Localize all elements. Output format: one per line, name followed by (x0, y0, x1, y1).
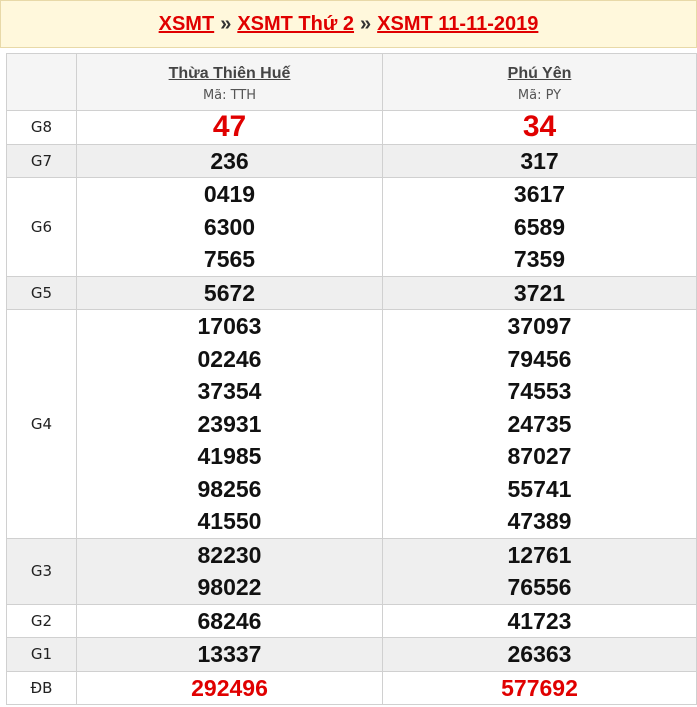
breadcrumb: XSMT » XSMT Thứ 2 » XSMT 11-11-2019 (0, 0, 697, 48)
prize-label: ĐB (6, 670, 77, 705)
prize-rows: G8 47 34 G7 236 317 G6 0419 6300 7565 3617 6589 7359… (6, 110, 697, 705)
prize-cell: 68246 (76, 603, 383, 638)
prize-number: 98022 (197, 574, 262, 600)
prize-row: G7 236 317 (6, 143, 697, 178)
prize-number: 12761 (507, 541, 572, 568)
prize-label: G6 (6, 177, 77, 277)
prize-cell: 17063 02246 37354 23931 41985 98256 41550 (76, 309, 383, 539)
prize-number: 6589 (513, 213, 566, 240)
prize-row: G3 82230 98022 12761 76556 (6, 537, 697, 605)
prize-cell: 3617 6589 7359 (382, 177, 697, 277)
prize-number: 236 (210, 147, 249, 174)
breadcrumb-separator: » (360, 12, 372, 35)
breadcrumb-xsmt-thu2-link[interactable]: XSMT Thứ 2 (237, 13, 354, 36)
prize-label: G4 (6, 309, 77, 539)
prize-number: 13337 (197, 641, 262, 667)
prize-row: G4 17063 02246 37354 23931 41985 98256 41550 370… (6, 309, 697, 539)
prize-number: 76556 (507, 574, 572, 600)
prize-number: 26363 (507, 641, 572, 667)
prize-row: G5 5672 3721 (6, 275, 697, 310)
prize-number: 74553 (507, 378, 572, 404)
prize-cell: 13337 (76, 637, 383, 672)
prize-number: 41723 (507, 607, 572, 634)
prize-label: G8 (6, 110, 77, 145)
prize-cell: 236 (76, 143, 383, 178)
prize-label: G2 (6, 603, 77, 638)
prize-cell: 82230 98022 (76, 537, 383, 605)
prize-number: 55741 (507, 475, 572, 502)
prize-cell: 0419 6300 7565 (76, 177, 383, 277)
province-name-link[interactable]: Thừa Thiên Huế (77, 65, 382, 83)
prize-number: 0419 (203, 181, 256, 207)
prize-label: G1 (6, 637, 77, 672)
prize-number: 98256 (197, 475, 262, 502)
prize-number: 41985 (197, 443, 262, 469)
prize-number: 17063 (197, 313, 262, 339)
province-name-link[interactable]: Phú Yên (383, 65, 696, 83)
prize-label: G3 (6, 537, 77, 605)
prize-number: 7359 (513, 246, 566, 272)
prize-number: 37354 (197, 378, 262, 404)
prize-number: 47 (212, 110, 247, 143)
prize-number: 7565 (203, 246, 256, 272)
prize-label: G7 (6, 143, 77, 178)
prize-cell: 317 (382, 143, 697, 178)
prize-row: G6 0419 6300 7565 3617 6589 7359 (6, 177, 697, 277)
prize-label: G5 (6, 275, 77, 310)
prize-cell: 3721 (382, 275, 697, 310)
prize-number: 3617 (513, 181, 566, 207)
prize-number: 82230 (197, 541, 262, 568)
breadcrumb-separator: » (220, 12, 232, 35)
prize-row: G8 47 34 (6, 110, 697, 145)
prize-cell: 577692 (382, 670, 697, 705)
lottery-results-table: Thừa Thiên Huế Mã: TTH Phú Yên Mã: PY G8… (6, 53, 697, 705)
prize-cell: 47 (76, 110, 383, 145)
prize-number: 24735 (507, 410, 572, 437)
prize-number: 3721 (513, 279, 566, 306)
prize-cell: 12761 76556 (382, 537, 697, 605)
prize-row: ĐB 292496 577692 (6, 670, 697, 705)
prize-number: 37097 (507, 313, 572, 339)
prize-number: 79456 (507, 345, 572, 372)
prize-cell: 34 (382, 110, 697, 145)
prize-number: 87027 (507, 443, 572, 469)
prize-number: 34 (522, 110, 557, 143)
prize-cell: 292496 (76, 670, 383, 705)
breadcrumb-xsmt-link[interactable]: XSMT (159, 13, 215, 36)
prize-number: 41550 (197, 508, 262, 534)
province-code: Mã: PY (517, 88, 562, 103)
table-header-row: Thừa Thiên Huế Mã: TTH Phú Yên Mã: PY (6, 53, 697, 111)
breadcrumb-xsmt-date-link[interactable]: XSMT 11-11-2019 (377, 13, 538, 36)
header-empty-cell (6, 53, 77, 111)
prize-cell: 5672 (76, 275, 383, 310)
prize-number: 6300 (203, 213, 256, 240)
prize-number: 68246 (197, 607, 262, 634)
prize-number: 292496 (191, 674, 268, 701)
prize-cell: 37097 79456 74553 24735 87027 55741 47389 (382, 309, 697, 539)
prize-number: 47389 (507, 508, 572, 534)
prize-cell: 26363 (382, 637, 697, 672)
prize-number: 317 (520, 147, 559, 174)
prize-number: 02246 (197, 345, 262, 372)
prize-cell: 41723 (382, 603, 697, 638)
prize-number: 23931 (197, 410, 262, 437)
prize-number: 5672 (203, 279, 256, 306)
province-header: Phú Yên Mã: PY (382, 53, 697, 111)
prize-row: G2 68246 41723 (6, 603, 697, 638)
province-code: Mã: TTH (202, 88, 257, 103)
prize-row: G1 13337 26363 (6, 637, 697, 672)
province-header: Thừa Thiên Huế Mã: TTH (76, 53, 383, 111)
prize-number: 577692 (501, 674, 578, 701)
